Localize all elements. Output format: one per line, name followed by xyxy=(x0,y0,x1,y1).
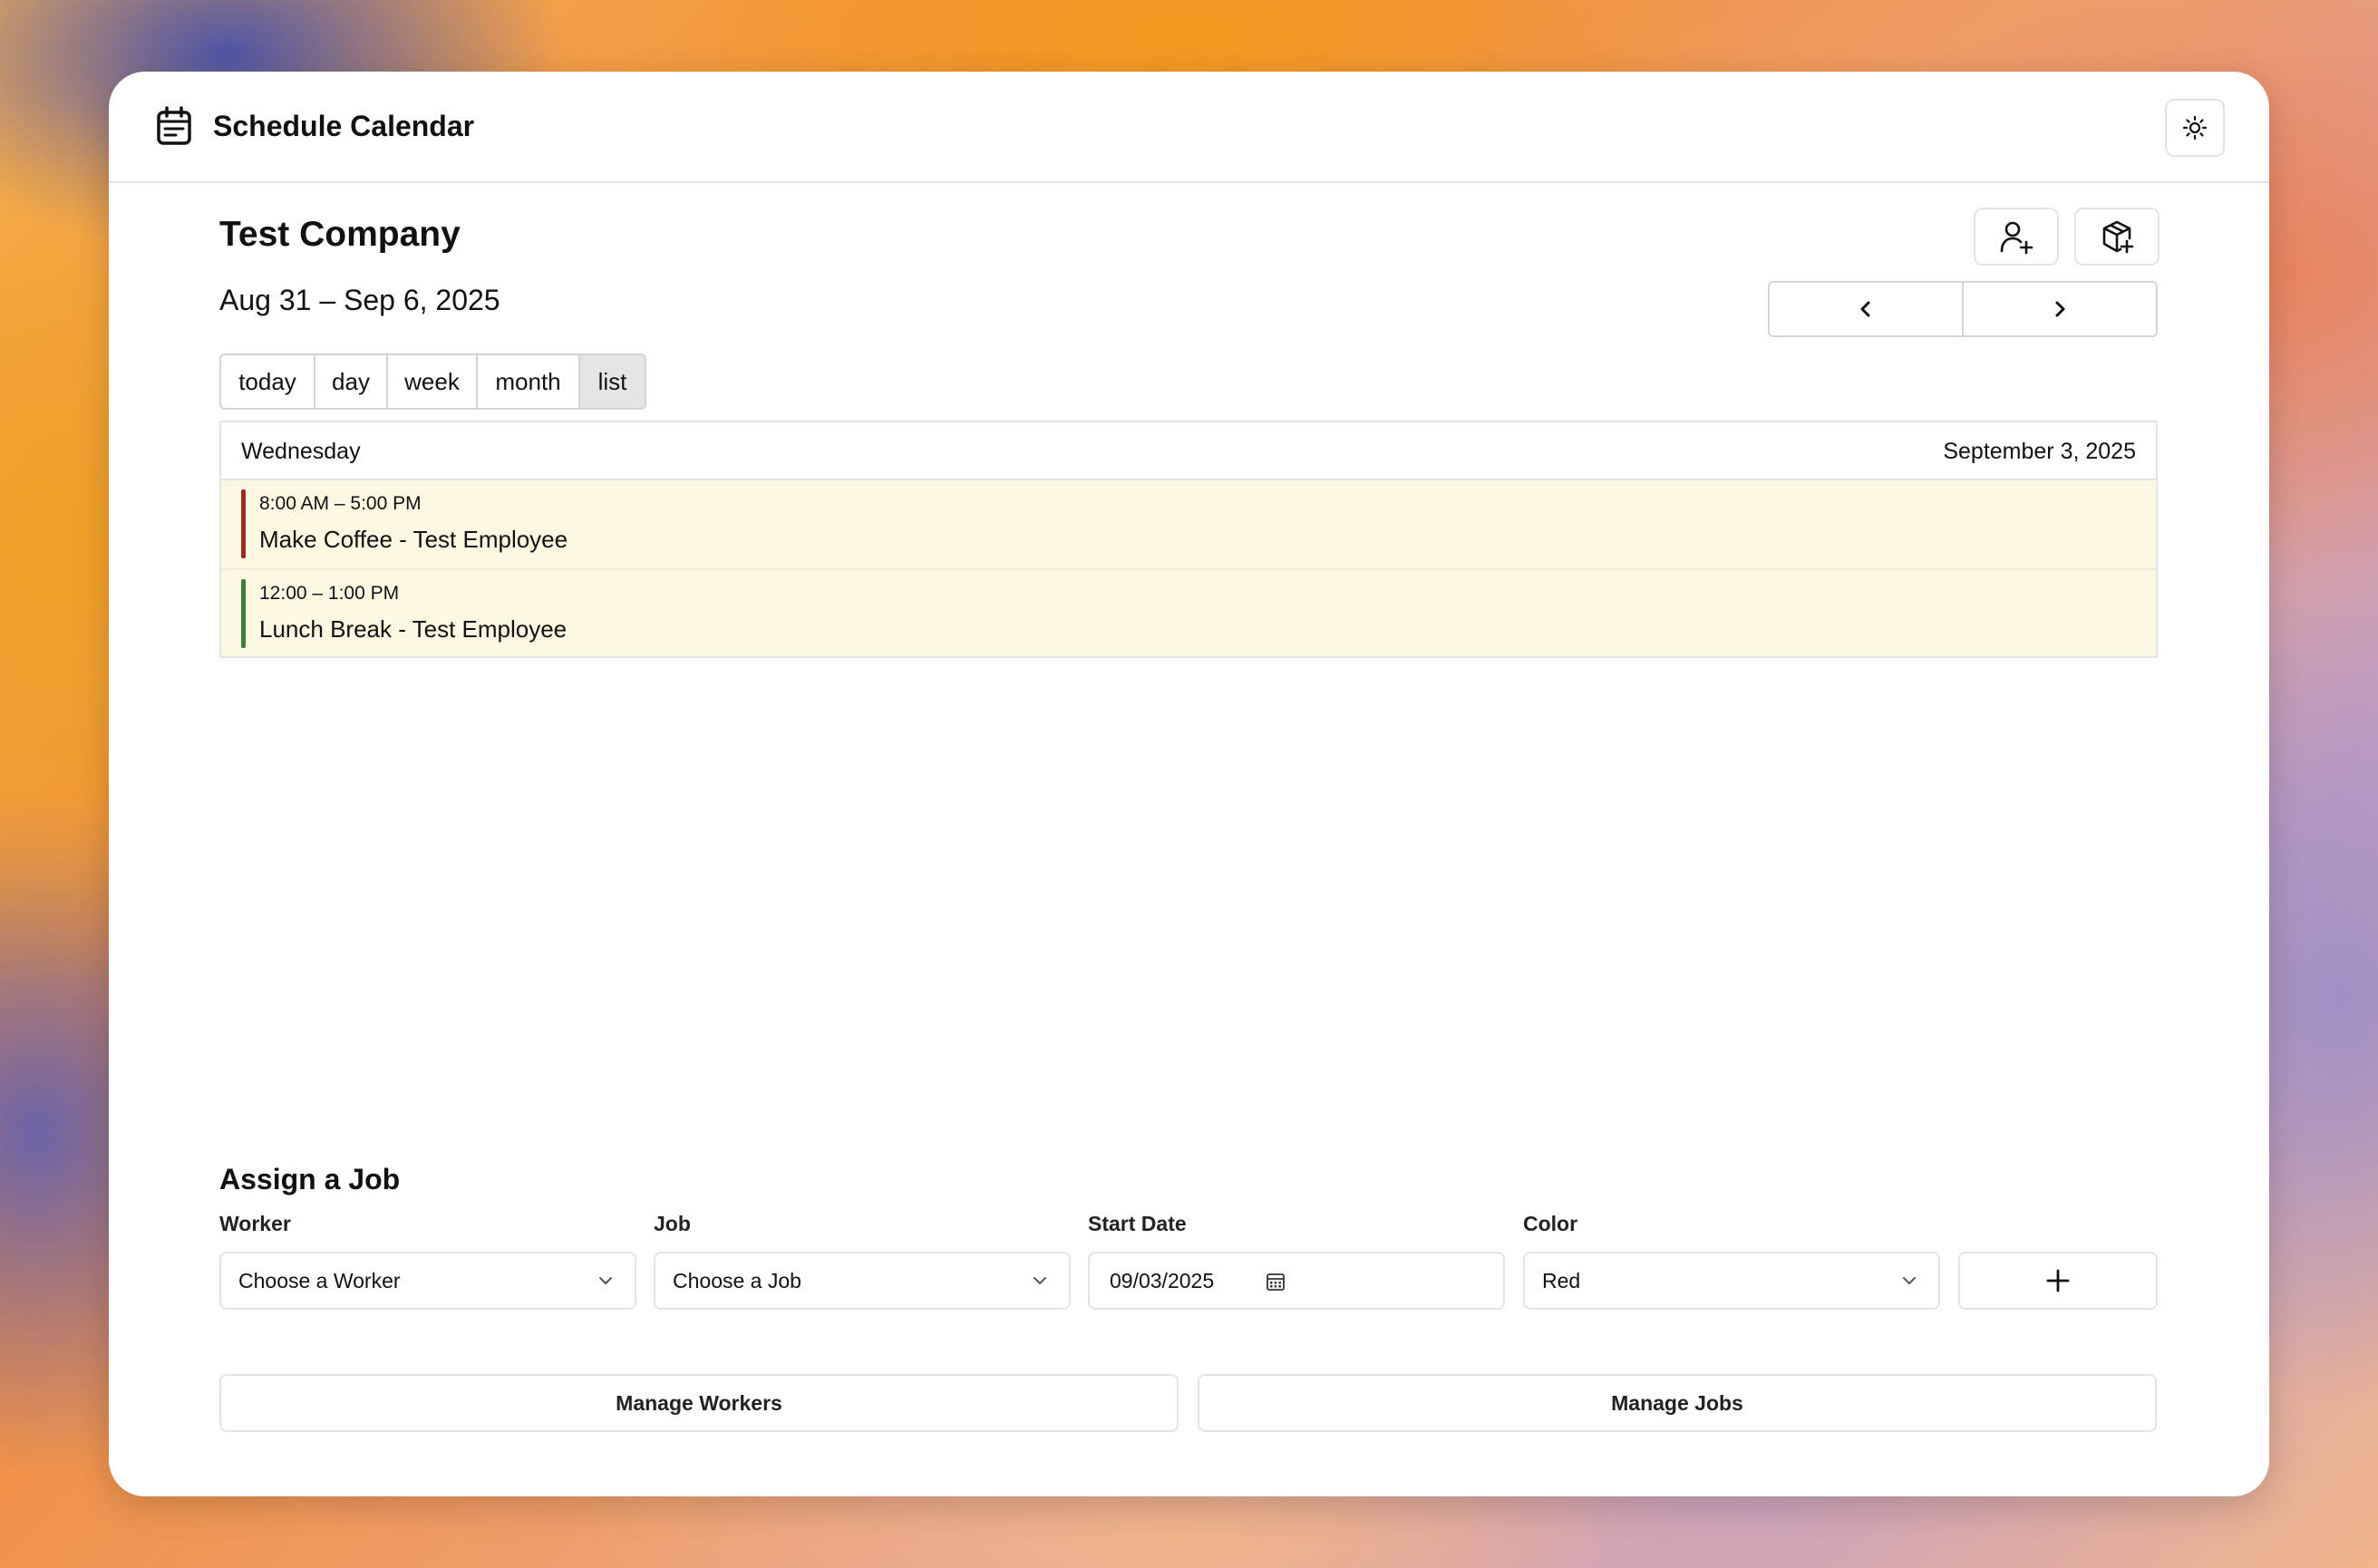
calendar-icon xyxy=(157,106,191,145)
color-select[interactable]: Red xyxy=(1523,1252,1940,1310)
event-item[interactable]: 12:00 – 1:00 PM Lunch Break - Test Emplo… xyxy=(221,568,2156,656)
job-select-value: Choose a Job xyxy=(673,1269,801,1292)
add-worker-button[interactable] xyxy=(1974,208,2059,266)
start-date-value: 09/03/2025 xyxy=(1110,1269,1215,1292)
list-day-name[interactable]: Wednesday xyxy=(241,439,361,465)
app-window: Schedule Calendar Test Company Aug 31 – … xyxy=(109,72,2269,1496)
chevron-right-icon xyxy=(2055,301,2065,317)
package-plus-icon xyxy=(2102,220,2134,254)
event-color-bar xyxy=(241,579,246,648)
view-list-button[interactable]: list xyxy=(578,353,646,410)
chevron-down-icon xyxy=(1034,1277,1046,1284)
calendar-picker-icon[interactable] xyxy=(1266,1272,1286,1292)
event-item[interactable]: 8:00 AM – 5:00 PM Make Coffee - Test Emp… xyxy=(221,480,2156,568)
add-assignment-button[interactable] xyxy=(1958,1252,2158,1310)
event-title: Make Coffee - Test Employee xyxy=(259,526,568,553)
view-month-button[interactable]: month xyxy=(476,353,580,410)
worker-select-value: Choose a Worker xyxy=(238,1269,401,1292)
assign-job-heading: Assign a Job xyxy=(219,1163,401,1195)
user-plus-icon xyxy=(2000,221,2033,255)
view-day-button[interactable]: day xyxy=(314,353,388,410)
list-day-header: Wednesday September 3, 2025 xyxy=(221,422,2156,480)
app-title: Schedule Calendar xyxy=(213,110,475,142)
view-switcher: today day week month list xyxy=(219,353,646,410)
date-range-title: Aug 31 – Sep 6, 2025 xyxy=(219,284,500,316)
worker-label: Worker xyxy=(219,1212,291,1235)
event-title: Lunch Break - Test Employee xyxy=(259,615,568,643)
theme-toggle-button[interactable] xyxy=(2165,99,2225,157)
manage-workers-button[interactable]: Manage Workers xyxy=(219,1374,1179,1432)
sun-icon xyxy=(2182,115,2208,140)
color-select-value: Red xyxy=(1542,1269,1581,1292)
event-time: 8:00 AM – 5:00 PM xyxy=(259,493,422,514)
view-week-button[interactable]: week xyxy=(386,353,478,410)
event-time: 12:00 – 1:00 PM xyxy=(259,583,400,604)
plus-icon xyxy=(2046,1269,2070,1292)
top-bar: Schedule Calendar xyxy=(109,72,2269,183)
prev-week-button[interactable] xyxy=(1768,281,1964,337)
color-label: Color xyxy=(1523,1212,1578,1235)
job-select[interactable]: Choose a Job xyxy=(654,1252,1071,1310)
company-name: Test Company xyxy=(219,215,461,254)
next-week-button[interactable] xyxy=(1962,281,2158,337)
chevron-left-icon xyxy=(1860,301,1870,317)
start-date-input[interactable]: 09/03/2025 xyxy=(1088,1252,1505,1310)
manage-jobs-button[interactable]: Manage Jobs xyxy=(1198,1374,2157,1432)
start-date-label: Start Date xyxy=(1088,1212,1187,1235)
list-day-date[interactable]: September 3, 2025 xyxy=(1943,439,2136,465)
job-label: Job xyxy=(654,1212,691,1235)
event-list: Wednesday September 3, 2025 8:00 AM – 5:… xyxy=(219,421,2158,658)
chevron-down-icon xyxy=(1903,1277,1916,1284)
add-job-button[interactable] xyxy=(2074,208,2160,266)
chevron-down-icon xyxy=(599,1277,612,1284)
worker-select[interactable]: Choose a Worker xyxy=(219,1252,636,1310)
view-today-button[interactable]: today xyxy=(219,353,315,410)
event-color-bar xyxy=(241,489,246,558)
